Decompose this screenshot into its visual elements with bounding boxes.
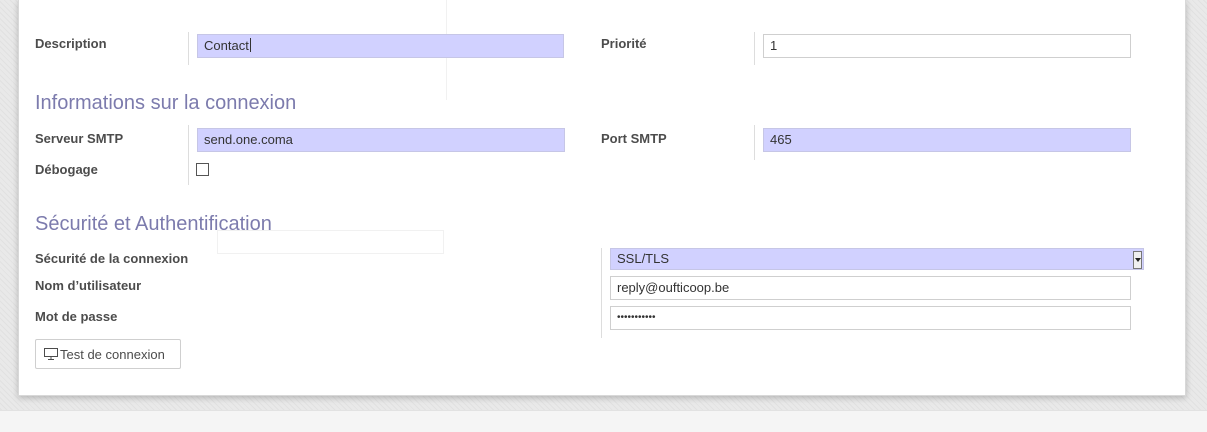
test-connection-button-label: Test de connexion	[60, 346, 165, 362]
description-input-value: Contact	[204, 38, 249, 53]
column-divider	[188, 32, 189, 65]
column-divider	[601, 248, 602, 338]
form-sheet: Description Contact Priorité 1 Informati…	[18, 0, 1186, 396]
smtp-server-label: Serveur SMTP	[35, 131, 124, 146]
monitor-icon	[44, 348, 58, 360]
text-caret	[249, 38, 251, 52]
column-divider	[754, 125, 755, 160]
password-input[interactable]: •••••••••••	[610, 306, 1131, 330]
debug-checkbox[interactable]	[196, 163, 209, 176]
connection-security-value: SSL/TLS	[617, 251, 670, 266]
password-label: Mot de passe	[35, 309, 118, 324]
smtp-port-label: Port SMTP	[601, 131, 667, 146]
priority-input[interactable]: 1	[763, 34, 1131, 58]
description-input[interactable]: Contact	[197, 34, 564, 58]
test-connection-button[interactable]: Test de connexion	[35, 339, 181, 369]
page-footer-area	[0, 410, 1207, 432]
connection-section-title: Informations sur la connexion	[35, 92, 297, 114]
smtp-server-input[interactable]: send.one.coma	[197, 128, 565, 152]
connection-security-select[interactable]: SSL/TLS	[610, 248, 1144, 270]
debug-label: Débogage	[35, 162, 98, 177]
chevron-down-icon[interactable]	[1133, 251, 1142, 269]
description-label: Description	[35, 36, 107, 51]
smtp-port-input[interactable]: 465	[763, 128, 1131, 152]
connection-security-label: Sécurité de la connexion	[35, 251, 189, 266]
column-divider	[188, 125, 189, 185]
security-section-title: Sécurité et Authentification	[35, 213, 272, 235]
username-input[interactable]: reply@oufticoop.be	[610, 276, 1131, 300]
column-divider	[754, 32, 755, 65]
username-label: Nom d’utilisateur	[35, 278, 142, 293]
priority-label: Priorité	[601, 36, 647, 51]
